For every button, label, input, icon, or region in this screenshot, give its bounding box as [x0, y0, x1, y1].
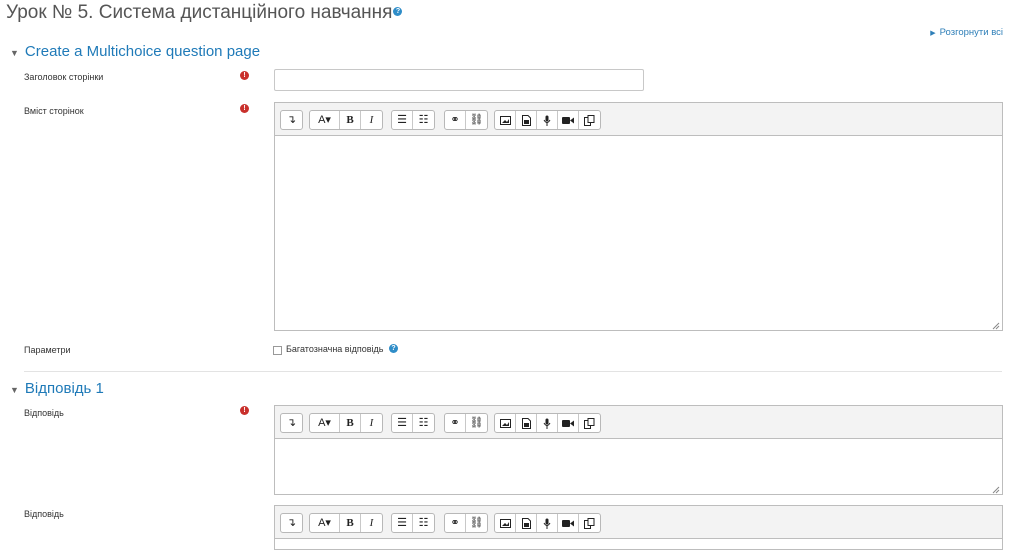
video-icon[interactable] — [558, 514, 579, 532]
manage-files-icon[interactable] — [579, 111, 600, 129]
bold-icon[interactable]: B — [340, 111, 361, 129]
page-content-textarea[interactable] — [275, 136, 1002, 332]
manage-files-icon[interactable] — [579, 514, 600, 532]
unordered-list-icon[interactable]: ☰ — [392, 514, 413, 532]
help-icon[interactable]: ? — [393, 7, 403, 17]
image-icon[interactable] — [495, 414, 516, 432]
unlink-icon[interactable]: ⛓ — [466, 514, 487, 532]
ordered-list-icon[interactable]: ☷ — [413, 414, 434, 432]
resize-grip-icon[interactable] — [992, 486, 1000, 494]
section-header-multichoice[interactable]: ▼ Create a Multichoice question page — [10, 43, 260, 60]
toolbar-toggle-icon[interactable]: ↴ — [281, 111, 302, 129]
italic-icon[interactable]: I — [361, 414, 382, 432]
editor-toolbar: ↴ A▾ B I ☰ ☷ ⚭ ⛓ — [275, 103, 1002, 136]
answer-editor[interactable]: ↴ A▾ B I ☰ ☷ ⚭ ⛓ — [274, 405, 1003, 495]
bold-icon[interactable]: B — [340, 414, 361, 432]
media-icon[interactable] — [516, 111, 537, 129]
ordered-list-icon[interactable]: ☷ — [413, 111, 434, 129]
expand-all-label: Розгорнути всі — [939, 27, 1003, 38]
section-divider — [24, 371, 1002, 372]
font-style-dropdown-icon[interactable]: A▾ — [310, 111, 340, 129]
ordered-list-icon[interactable]: ☷ — [413, 514, 434, 532]
resize-grip-icon[interactable] — [992, 322, 1000, 330]
page-title-input[interactable] — [274, 69, 644, 91]
expand-all-link[interactable]: ▶ Розгорнути всі — [930, 27, 1003, 38]
unlink-icon[interactable]: ⛓ — [466, 414, 487, 432]
response-label: Відповідь — [24, 509, 64, 519]
manage-files-icon[interactable] — [579, 414, 600, 432]
multiple-answer-checkbox[interactable] — [273, 346, 282, 355]
section-title: Відповідь 1 — [24, 380, 104, 397]
response-editor[interactable]: ↴ A▾ B I ☰ ☷ ⚭ ⛓ — [274, 505, 1003, 550]
editor-toolbar: ↴ A▾ B I ☰ ☷ ⚭ ⛓ — [275, 506, 1002, 539]
unordered-list-icon[interactable]: ☰ — [392, 111, 413, 129]
italic-icon[interactable]: I — [361, 514, 382, 532]
media-icon[interactable] — [516, 514, 537, 532]
font-style-dropdown-icon[interactable]: A▾ — [310, 414, 340, 432]
required-icon: ! — [240, 406, 249, 415]
help-icon[interactable]: ? — [388, 344, 398, 354]
link-icon[interactable]: ⚭ — [445, 414, 466, 432]
answer-label: Відповідь — [24, 408, 64, 418]
section-header-answer-1[interactable]: ▼ Відповідь 1 — [10, 380, 104, 397]
microphone-icon[interactable] — [537, 111, 558, 129]
multiple-answer-label: Багатозначна відповідь ? — [286, 344, 398, 354]
unlink-icon[interactable]: ⛓ — [466, 111, 487, 129]
page-title-text: Урок № 5. Система дистанційного навчання — [6, 2, 393, 23]
answer-textarea[interactable] — [275, 439, 1002, 496]
caret-right-icon: ▶ — [930, 30, 936, 37]
toolbar-toggle-icon[interactable]: ↴ — [281, 414, 302, 432]
page-title: Урок № 5. Система дистанційного навчання… — [6, 2, 403, 24]
image-icon[interactable] — [495, 111, 516, 129]
unordered-list-icon[interactable]: ☰ — [392, 414, 413, 432]
video-icon[interactable] — [558, 111, 579, 129]
required-icon: ! — [240, 104, 249, 113]
link-icon[interactable]: ⚭ — [445, 514, 466, 532]
editor-toolbar: ↴ A▾ B I ☰ ☷ ⚭ ⛓ — [275, 406, 1002, 439]
options-label: Параметри — [24, 345, 71, 355]
page-content-editor[interactable]: ↴ A▾ B I ☰ ☷ ⚭ ⛓ — [274, 102, 1003, 331]
image-icon[interactable] — [495, 514, 516, 532]
page-content-label: Вміст сторінок — [24, 106, 84, 116]
toolbar-toggle-icon[interactable]: ↴ — [281, 514, 302, 532]
video-icon[interactable] — [558, 414, 579, 432]
caret-down-icon: ▼ — [10, 385, 19, 395]
page-title-label: Заголовок сторінки — [24, 72, 104, 82]
italic-icon[interactable]: I — [361, 111, 382, 129]
section-title: Create a Multichoice question page — [24, 43, 261, 60]
font-style-dropdown-icon[interactable]: A▾ — [310, 514, 340, 532]
required-icon: ! — [240, 71, 249, 80]
link-icon[interactable]: ⚭ — [445, 111, 466, 129]
microphone-icon[interactable] — [537, 414, 558, 432]
caret-down-icon: ▼ — [10, 48, 19, 58]
media-icon[interactable] — [516, 414, 537, 432]
bold-icon[interactable]: B — [340, 514, 361, 532]
microphone-icon[interactable] — [537, 514, 558, 532]
